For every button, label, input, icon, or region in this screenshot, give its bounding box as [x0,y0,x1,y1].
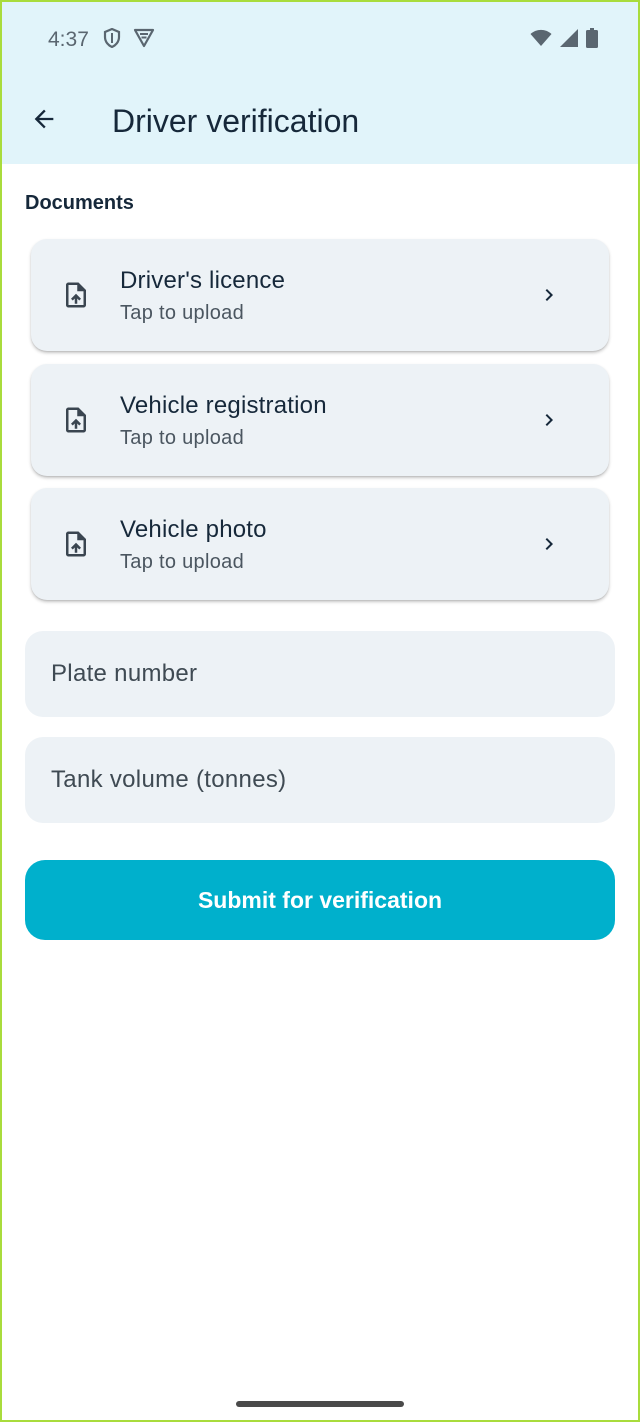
doc-subtitle: Tap to upload [120,426,244,449]
doc-text: Driver's licence Tap to upload [120,266,537,325]
doc-text: Vehicle registration Tap to upload [120,391,537,450]
vehicle-photo-upload-card[interactable]: Vehicle photo Tap to upload [31,488,609,600]
battery-icon [586,27,598,53]
status-icons-left [103,27,155,53]
doc-title: Vehicle photo [120,515,267,543]
chevron-right-icon [537,408,561,432]
submit-button[interactable]: Submit for verification [25,860,615,940]
wifi-icon [530,29,552,52]
chevron-right-icon [537,283,561,307]
status-time: 4:37 [48,28,89,51]
plate-number-placeholder: Plate number [51,660,198,687]
tank-volume-placeholder: Tank volume (tonnes) [51,766,287,793]
plate-number-input[interactable]: Plate number [25,631,615,717]
doc-title: Vehicle registration [120,391,327,419]
doc-subtitle: Tap to upload [120,301,244,324]
file-upload-icon [61,529,91,559]
arrow-back-icon [30,105,58,138]
drivers-licence-upload-card[interactable]: Driver's licence Tap to upload [31,239,609,351]
documents-section-label: Documents [25,192,134,214]
app-bar: Driver verification [2,78,638,164]
doc-text: Vehicle photo Tap to upload [120,515,537,574]
doc-subtitle: Tap to upload [120,550,244,573]
vehicle-registration-upload-card[interactable]: Vehicle registration Tap to upload [31,364,609,476]
doc-title: Driver's licence [120,266,286,294]
back-button[interactable] [16,93,72,149]
page-title: Driver verification [112,102,360,139]
vpn-badge-icon [133,28,155,53]
shield-icon [103,27,121,53]
home-indicator[interactable] [236,1401,404,1407]
file-upload-icon [61,280,91,310]
status-icons-right [530,27,598,53]
signal-icon [560,28,578,52]
chevron-right-icon [537,532,561,556]
status-bar: 4:37 [2,2,638,78]
tank-volume-input[interactable]: Tank volume (tonnes) [25,737,615,823]
file-upload-icon [61,405,91,435]
